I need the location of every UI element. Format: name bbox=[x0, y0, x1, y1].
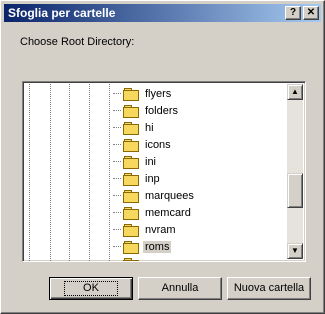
tree-item-label: icons bbox=[145, 138, 171, 151]
tree-item[interactable]: nvram bbox=[113, 221, 178, 238]
dialog-window: Sfoglia per cartelle ? ✕ Choose Root Dir… bbox=[0, 0, 325, 314]
prompt-label: Choose Root Directory: bbox=[20, 36, 135, 48]
tree-item[interactable]: folders bbox=[113, 102, 180, 119]
tree-connector bbox=[113, 212, 121, 213]
tree-item[interactable]: flyers bbox=[113, 85, 173, 102]
tree-connector bbox=[113, 246, 121, 247]
vertical-scrollbar[interactable]: ▲ ▼ bbox=[287, 84, 303, 259]
folder-icon bbox=[123, 240, 139, 254]
tree-connector bbox=[113, 127, 121, 128]
ok-button[interactable]: OK bbox=[49, 277, 133, 300]
tree-guide-line bbox=[29, 84, 30, 261]
folder-icon bbox=[123, 189, 139, 203]
folder-icon bbox=[123, 257, 139, 261]
tree-item-label: marquees bbox=[145, 189, 194, 202]
window-title: Sfoglia per cartelle bbox=[8, 6, 116, 20]
title-bar[interactable]: Sfoglia per cartelle ? ✕ bbox=[4, 4, 321, 22]
folder-icon bbox=[123, 121, 139, 135]
tree-item[interactable]: icons bbox=[113, 136, 173, 153]
tree-guide-line bbox=[50, 84, 51, 261]
folder-tree[interactable]: flyers folders hi icons ini inp marquees memcar… bbox=[22, 81, 306, 262]
tree-connector bbox=[113, 144, 121, 145]
close-button[interactable]: ✕ bbox=[303, 6, 319, 20]
folder-icon bbox=[123, 155, 139, 169]
folder-icon bbox=[123, 172, 139, 186]
tree-guide-line bbox=[89, 84, 90, 261]
tree-item[interactable]: hi bbox=[113, 119, 156, 136]
folder-icon bbox=[123, 138, 139, 152]
tree-item-label: flyers bbox=[145, 87, 172, 100]
tree-item-label: inp bbox=[145, 172, 160, 185]
tree-item-label: roms bbox=[143, 240, 172, 253]
new-folder-button[interactable]: Nuova cartella bbox=[227, 277, 311, 300]
scroll-up-button[interactable]: ▲ bbox=[287, 84, 303, 100]
tree-item-label: hi bbox=[145, 121, 154, 134]
tree-connector bbox=[113, 229, 121, 230]
ok-button-label: OK bbox=[64, 281, 118, 296]
tree-connector bbox=[113, 161, 121, 162]
tree-item-partial bbox=[113, 255, 143, 261]
tree-guide-line bbox=[109, 84, 110, 261]
folder-icon bbox=[123, 104, 139, 118]
folder-icon bbox=[123, 206, 139, 220]
scroll-down-button[interactable]: ▼ bbox=[287, 243, 303, 259]
tree-connector bbox=[113, 195, 121, 196]
tree-connector bbox=[113, 110, 121, 111]
tree-item-label: ini bbox=[145, 155, 157, 168]
tree-connector bbox=[113, 93, 121, 94]
tree-item[interactable]: marquees bbox=[113, 187, 196, 204]
tree-guide-line bbox=[69, 84, 70, 261]
tree-item[interactable]: roms bbox=[113, 238, 172, 255]
tree-item[interactable]: memcard bbox=[113, 204, 193, 221]
scroll-thumb[interactable] bbox=[287, 173, 303, 208]
cancel-button[interactable]: Annulla bbox=[138, 277, 222, 300]
tree-item-label: folders bbox=[145, 104, 179, 117]
help-button[interactable]: ? bbox=[285, 6, 301, 20]
tree-connector bbox=[113, 178, 121, 179]
tree-item-label: memcard bbox=[145, 206, 191, 219]
tree-item[interactable]: ini bbox=[113, 153, 158, 170]
folder-icon bbox=[123, 87, 139, 101]
tree-item[interactable]: inp bbox=[113, 170, 162, 187]
tree-item-label: nvram bbox=[145, 223, 176, 236]
folder-icon bbox=[123, 223, 139, 237]
